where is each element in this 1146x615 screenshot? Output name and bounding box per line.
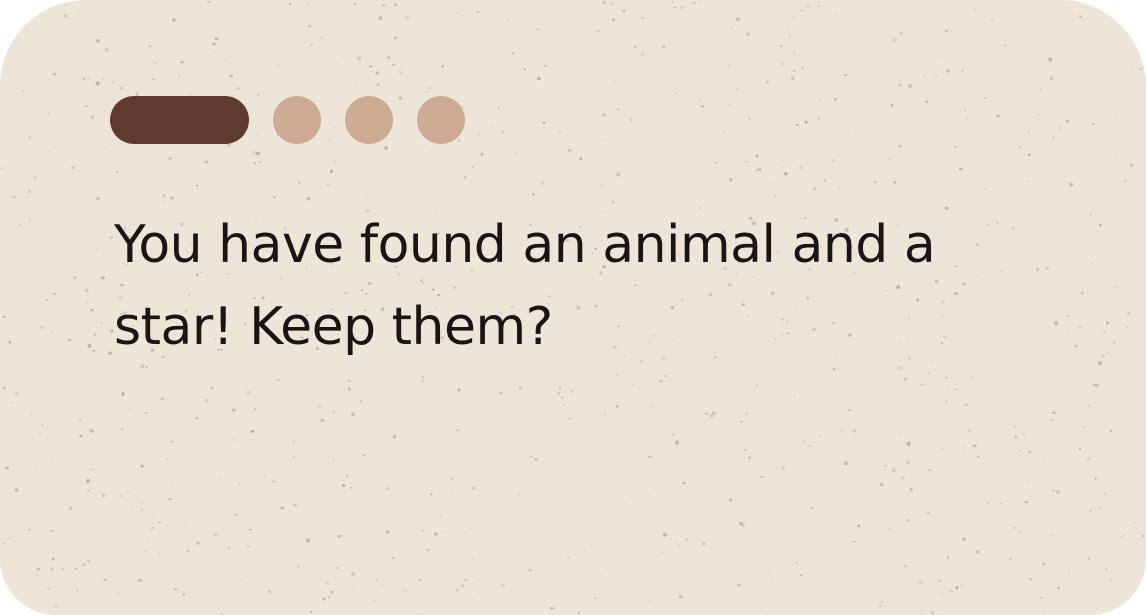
progress-step-4 [417,96,465,144]
dialog-message: You have found an animal and a star! Kee… [114,215,936,357]
progress-step-1 [110,96,249,144]
dialog-card: You have found an animal and a star! Kee… [0,0,1146,615]
step-progress-indicator [110,96,465,144]
progress-step-2 [273,96,321,144]
progress-step-3 [345,96,393,144]
